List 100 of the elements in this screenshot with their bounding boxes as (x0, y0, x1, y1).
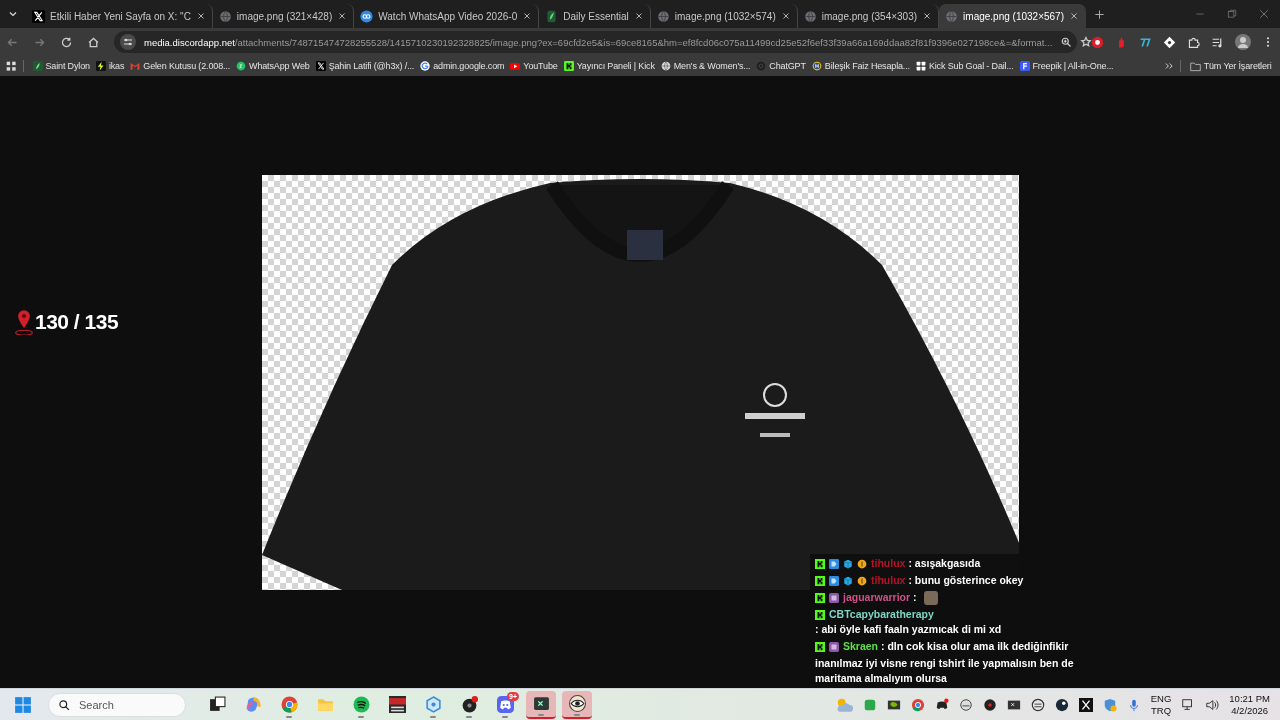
close-icon[interactable] (195, 11, 206, 21)
bookmark[interactable]: Gelen Kutusu (2.008... (127, 61, 233, 71)
chat-bubble-icon (236, 61, 247, 71)
bookmark[interactable]: WhatsApp Web (233, 61, 313, 71)
chat-text: : (913, 590, 917, 605)
coin-badge-icon (857, 575, 867, 586)
diamond-extension-icon[interactable] (1163, 35, 1176, 49)
bookmark[interactable]: Yayıncı Paneli | Kick (561, 61, 658, 71)
leaf-icon (545, 9, 559, 23)
mail-icon (130, 61, 141, 71)
dark-circle-icon (756, 61, 767, 71)
k-badge-icon (815, 592, 825, 603)
chat-text: : dln cok kisa olur ama ilk dediğinfikir (881, 639, 1069, 654)
cube-badge-icon (843, 558, 853, 569)
globe-icon (656, 9, 670, 23)
k-logo-icon (563, 61, 574, 71)
chat-username[interactable]: jaguarwarrior (843, 590, 911, 605)
chat-username[interactable]: Skraen (843, 639, 879, 654)
bookmark[interactable]: Bileşik Faiz Hesapla... (809, 61, 913, 71)
reload-icon[interactable] (60, 35, 73, 49)
windows-start-icon[interactable] (14, 695, 32, 714)
home-icon[interactable] (87, 35, 100, 49)
bookmark[interactable]: Şahin Latifi (@h3x) /... (313, 61, 417, 71)
folder-icon (1189, 60, 1201, 72)
search-icon (58, 698, 70, 711)
extension-badge-icon[interactable] (1139, 35, 1152, 49)
close-icon[interactable] (337, 11, 348, 21)
bookmark[interactable]: Men's & Women's... (658, 61, 753, 71)
cube-network-icon (424, 696, 442, 713)
chrome-icon (280, 696, 298, 713)
shield-warning-icon[interactable] (1102, 697, 1117, 712)
lightning-icon (95, 61, 106, 71)
google-g-icon (420, 61, 431, 71)
language-indicator[interactable]: ENG TRQ (1150, 692, 1172, 717)
close-icon[interactable] (633, 11, 644, 21)
avatar-icon[interactable] (1235, 34, 1251, 50)
founder-badge-icon (829, 641, 839, 652)
close-icon[interactable] (1069, 11, 1079, 21)
browser-tab[interactable]: image.png (1032×567) (939, 4, 1086, 28)
chrome-icon[interactable] (910, 697, 925, 712)
double-chevron-icon[interactable] (1164, 61, 1175, 71)
taskbar-app[interactable] (562, 690, 592, 719)
x-logo-icon (315, 61, 326, 71)
bookmark[interactable]: admin.google.com (417, 61, 507, 71)
record-app-icon (460, 696, 478, 713)
chat-username[interactable]: CBTcapybaratherapy (829, 607, 934, 622)
bookmark[interactable]: Saint Dylon (30, 61, 93, 71)
circle-grid-icon[interactable] (1030, 697, 1045, 712)
discord-icon[interactable] (934, 697, 949, 712)
site-settings-icon[interactable] (120, 34, 136, 50)
chat-text: : bunu gösterince okey (908, 573, 1024, 588)
task-view-icon (208, 696, 226, 713)
steam-icon[interactable] (1054, 697, 1069, 712)
leaf-icon (32, 61, 43, 71)
chat-text: : abi öyle kafi faaln yazmıcak di mi xd (815, 622, 1002, 637)
bookmark[interactable]: Freepik | All-in-One... (1017, 61, 1116, 71)
speaker-icon[interactable] (1205, 697, 1220, 712)
close-icon[interactable] (1259, 9, 1269, 19)
taskbar-app[interactable] (526, 690, 556, 719)
bookmark[interactable]: Tüm Yer İşaretleri (1187, 60, 1274, 72)
globe-icon (803, 9, 817, 23)
bookmark[interactable]: YouTube (507, 61, 561, 71)
bookmark[interactable]: Kick Sub Goal - Dail... (913, 61, 1016, 71)
mascot-icon[interactable] (958, 697, 973, 712)
grid-icon (915, 61, 926, 71)
close-icon[interactable] (522, 11, 533, 21)
search-field[interactable]: Search (48, 692, 186, 717)
terminal-icon (532, 695, 550, 712)
bookmark[interactable]: ChatGPT (753, 61, 809, 71)
cube-badge-icon (843, 575, 853, 586)
play-icon (510, 61, 521, 71)
close-icon[interactable] (780, 11, 791, 21)
folder-icon (316, 696, 334, 713)
apps-grid-icon[interactable] (6, 60, 17, 72)
map-pin-icon (14, 309, 34, 335)
restore-icon[interactable] (1227, 9, 1237, 19)
prime-badge-icon (829, 575, 839, 586)
k-badge-icon (815, 575, 825, 586)
clock[interactable]: 10:21 PM 4/2/2026 (1229, 692, 1270, 717)
founder-badge-icon (829, 592, 839, 603)
f-logo-icon (1019, 61, 1030, 71)
close-icon[interactable] (922, 11, 933, 21)
k-badge-icon (815, 558, 825, 569)
x-logo-icon[interactable] (1078, 697, 1093, 712)
voicemeeter-icon (388, 696, 406, 713)
k-badge-icon (815, 609, 825, 620)
puzzle-icon[interactable] (1187, 35, 1200, 49)
target-extension-icon[interactable] (1091, 35, 1104, 49)
chat-text: : asışakgasıda (908, 556, 981, 571)
media-control-icon[interactable] (1211, 35, 1224, 49)
plus-icon[interactable] (1094, 8, 1105, 20)
coin-badge-icon (857, 558, 867, 569)
record-app-icon[interactable] (982, 697, 997, 712)
star-icon[interactable] (1080, 36, 1093, 48)
zoom-icon[interactable] (1060, 36, 1073, 48)
chain-link-icon (360, 9, 374, 23)
chat-text: inanılmaz iyi visne rengi tshirt ile yapmalısın ben de maritama almalıyım olursa (815, 656, 1075, 686)
globe-icon (945, 9, 959, 23)
x-logo-icon (32, 9, 45, 23)
bookmark[interactable]: ikas (93, 61, 127, 71)
